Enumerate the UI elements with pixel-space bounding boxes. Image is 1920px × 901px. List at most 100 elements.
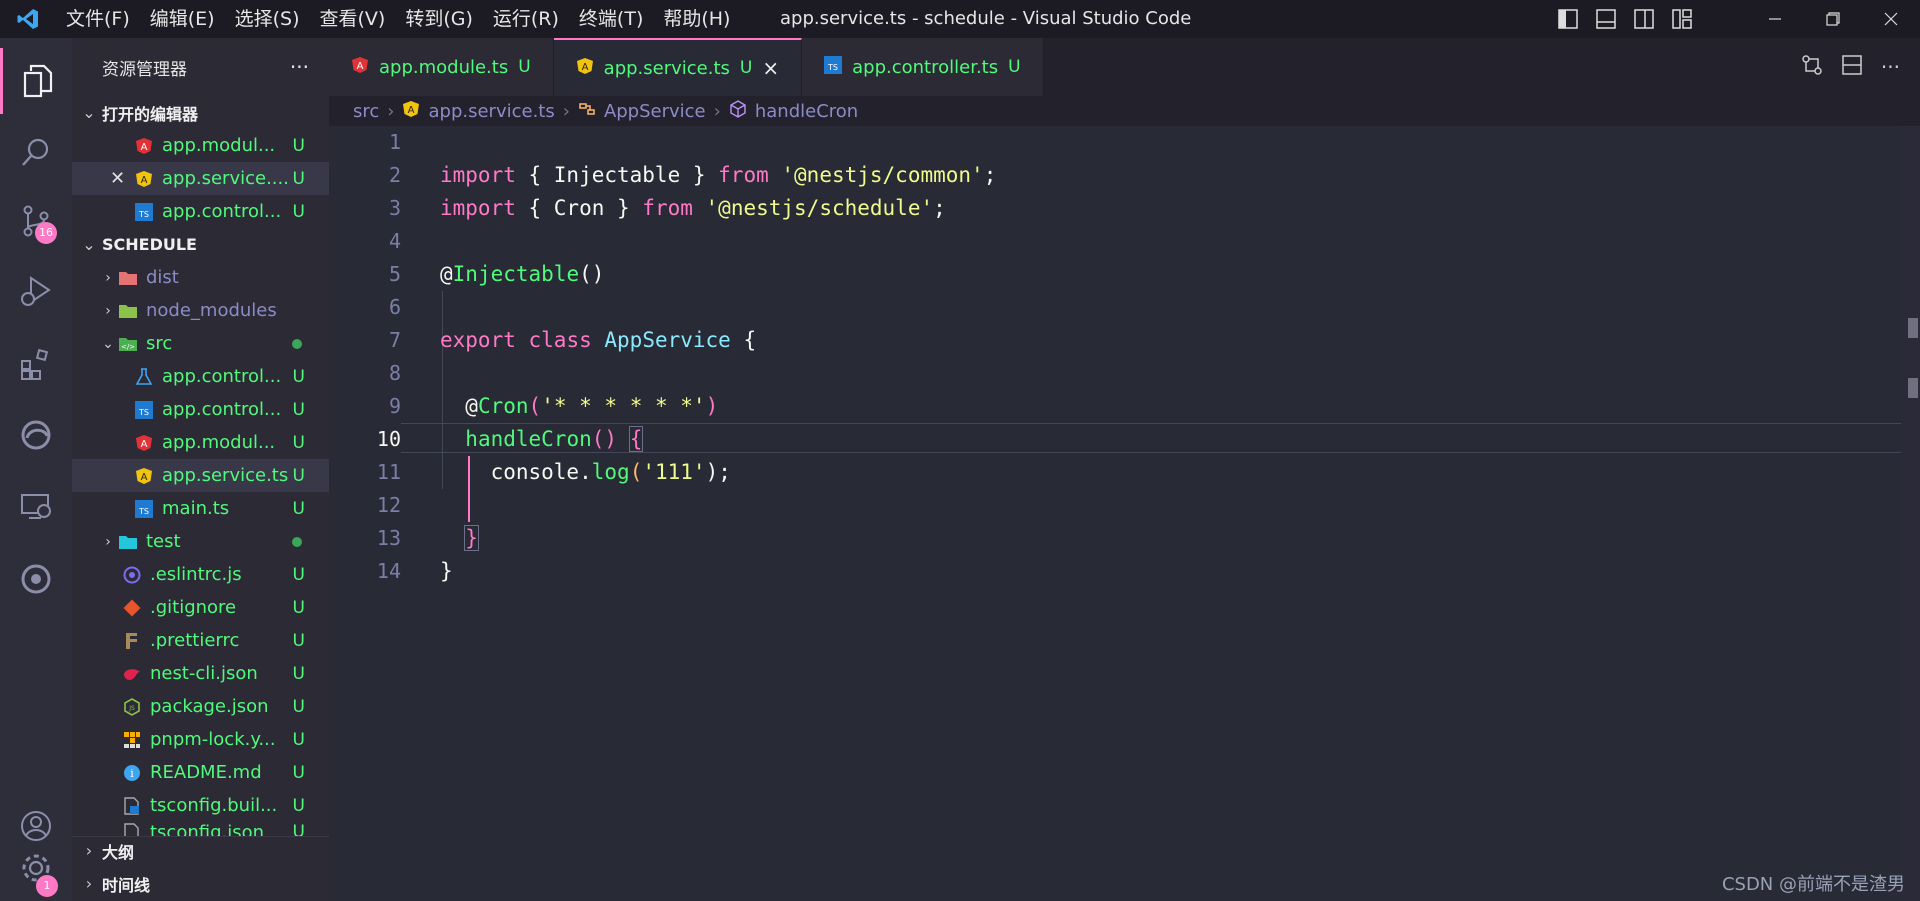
open-editor-item[interactable]: ✕ A app.service.... U: [72, 162, 329, 195]
breadcrumb-item[interactable]: handleCron: [755, 101, 858, 122]
gitlens-icon[interactable]: [0, 546, 72, 612]
menu-run[interactable]: 运行(R): [483, 0, 569, 38]
toggle-secondary-sidebar-icon[interactable]: [1631, 6, 1657, 32]
svg-text:A: A: [141, 175, 148, 186]
activity-bar: 16 1: [0, 38, 72, 901]
tree-file[interactable]: TS main.ts U: [72, 492, 329, 525]
tree-folder-node-modules[interactable]: › node_modules: [72, 294, 329, 327]
timeline-section[interactable]: › 时间线: [72, 867, 329, 900]
search-icon[interactable]: [0, 119, 72, 185]
extensions-icon[interactable]: [0, 331, 72, 397]
tree-folder-src[interactable]: ⌄ </> src: [72, 327, 329, 360]
remote-explorer-icon[interactable]: [0, 474, 72, 540]
file-label: pnpm-lock.y...: [150, 729, 276, 750]
tree-folder-test[interactable]: › test: [72, 525, 329, 558]
customize-layout-icon[interactable]: [1669, 6, 1695, 32]
tree-file[interactable]: TS app.control... U: [72, 393, 329, 426]
minimize-icon[interactable]: [1746, 0, 1804, 38]
open-editor-item[interactable]: TS app.control... U: [72, 195, 329, 228]
git-status-untracked: U: [292, 465, 305, 486]
tree-file[interactable]: tsconfig.buil... U: [72, 789, 329, 822]
code-content[interactable]: import { Injectable } from '@nestjs/comm…: [440, 126, 996, 588]
more-actions-icon[interactable]: ···: [1881, 55, 1900, 79]
menu-view[interactable]: 查看(V): [310, 0, 396, 38]
git-status-untracked: U: [292, 399, 305, 420]
chevron-right-icon: ›: [105, 302, 111, 319]
menu-help[interactable]: 帮助(H): [653, 0, 740, 38]
tree-file[interactable]: nest-cli.json U: [72, 657, 329, 690]
folder-label: src: [146, 333, 173, 354]
line-number: 1: [388, 130, 401, 154]
tree-file[interactable]: pnpm-lock.y... U: [72, 723, 329, 756]
breadcrumb-separator-icon: ›: [387, 100, 395, 122]
chevron-right-icon: ›: [85, 874, 93, 893]
menu-terminal[interactable]: 终端(T): [569, 0, 653, 38]
angular-red-icon: A: [351, 56, 369, 79]
line-number: 9: [388, 394, 401, 418]
tree-file[interactable]: A app.modul... U: [72, 426, 329, 459]
svg-text:TS: TS: [138, 210, 149, 219]
menu-selection[interactable]: 选择(S): [225, 0, 310, 38]
split-editor-icon[interactable]: [1841, 54, 1863, 80]
timeline-title: 时间线: [102, 875, 151, 895]
menu-go[interactable]: 转到(G): [395, 0, 483, 38]
scm-badge: 16: [35, 222, 57, 244]
outline-section[interactable]: › 大纲: [72, 834, 329, 867]
angular-red-icon: A: [134, 136, 154, 156]
tab-app-module[interactable]: A app.module.ts U: [329, 38, 554, 96]
chevron-down-icon: ⌄: [82, 235, 96, 254]
tree-file[interactable]: JS package.json U: [72, 690, 329, 723]
tree-file[interactable]: .eslintrc.js U: [72, 558, 329, 591]
svg-text:TS: TS: [827, 63, 838, 72]
tab-status: U: [1008, 57, 1021, 77]
source-control-icon[interactable]: 16: [0, 188, 72, 254]
tree-file[interactable]: i README.md U: [72, 756, 329, 789]
file-label: app.control...: [162, 399, 282, 420]
explorer-title: 资源管理器: [102, 59, 187, 80]
tree-file[interactable]: .prettierrc U: [72, 624, 329, 657]
more-actions-button[interactable]: ···: [290, 55, 309, 79]
node-icon: JS: [122, 697, 142, 717]
tree-file-selected[interactable]: A app.service.ts U: [72, 459, 329, 492]
window-controls: [1746, 0, 1920, 38]
code-editor[interactable]: 1 2 3 4 5 6 7 8 9 10 11 12 13 14 import …: [329, 126, 1920, 901]
typescript-icon: TS: [134, 202, 154, 222]
close-editor-icon[interactable]: ✕: [110, 168, 125, 189]
close-window-icon[interactable]: [1862, 0, 1920, 38]
tree-file[interactable]: app.control... U: [72, 360, 329, 393]
svg-text:A: A: [141, 472, 148, 483]
git-status-untracked: U: [292, 597, 305, 618]
open-changes-icon[interactable]: [1801, 54, 1823, 80]
settings-gear-icon[interactable]: 1: [0, 835, 72, 901]
open-editor-item[interactable]: A app.modul... U: [72, 129, 329, 162]
menu-edit[interactable]: 编辑(E): [140, 0, 225, 38]
edge-devtools-icon[interactable]: [0, 402, 72, 468]
breadcrumb-item[interactable]: src: [353, 101, 379, 122]
pnpm-icon: [122, 730, 142, 750]
tab-app-service[interactable]: A app.service.ts U ×: [553, 38, 803, 96]
code-line-13: }: [440, 522, 996, 555]
line-number: 14: [376, 559, 401, 583]
restore-icon[interactable]: [1804, 0, 1862, 38]
toggle-panel-icon[interactable]: [1593, 6, 1619, 32]
menu-file[interactable]: 文件(F): [56, 0, 140, 38]
line-number: 11: [376, 460, 401, 484]
code-line-3: import { Cron } from '@nestjs/schedule';: [440, 196, 946, 220]
breadcrumb-item[interactable]: app.service.ts: [428, 101, 554, 122]
project-section[interactable]: ⌄ SCHEDULE: [72, 228, 329, 261]
folder-node-icon: [118, 301, 138, 321]
tree-file[interactable]: .gitignore U: [72, 591, 329, 624]
tree-folder-dist[interactable]: › dist: [72, 261, 329, 294]
code-line-9: @Cron('* * * * * *'): [465, 394, 719, 418]
tab-app-controller[interactable]: TS app.controller.ts U: [802, 38, 1044, 96]
breadcrumb-item[interactable]: AppService: [604, 101, 706, 122]
editor-scrollbar[interactable]: [1902, 126, 1920, 901]
close-tab-icon[interactable]: ×: [762, 56, 779, 80]
run-debug-icon[interactable]: [0, 258, 72, 324]
open-editors-section[interactable]: ⌄ 打开的编辑器: [72, 96, 329, 129]
explorer-icon[interactable]: [0, 48, 72, 114]
folder-label: dist: [146, 267, 179, 288]
toggle-primary-sidebar-icon[interactable]: [1555, 6, 1581, 32]
file-label: README.md: [150, 762, 262, 783]
